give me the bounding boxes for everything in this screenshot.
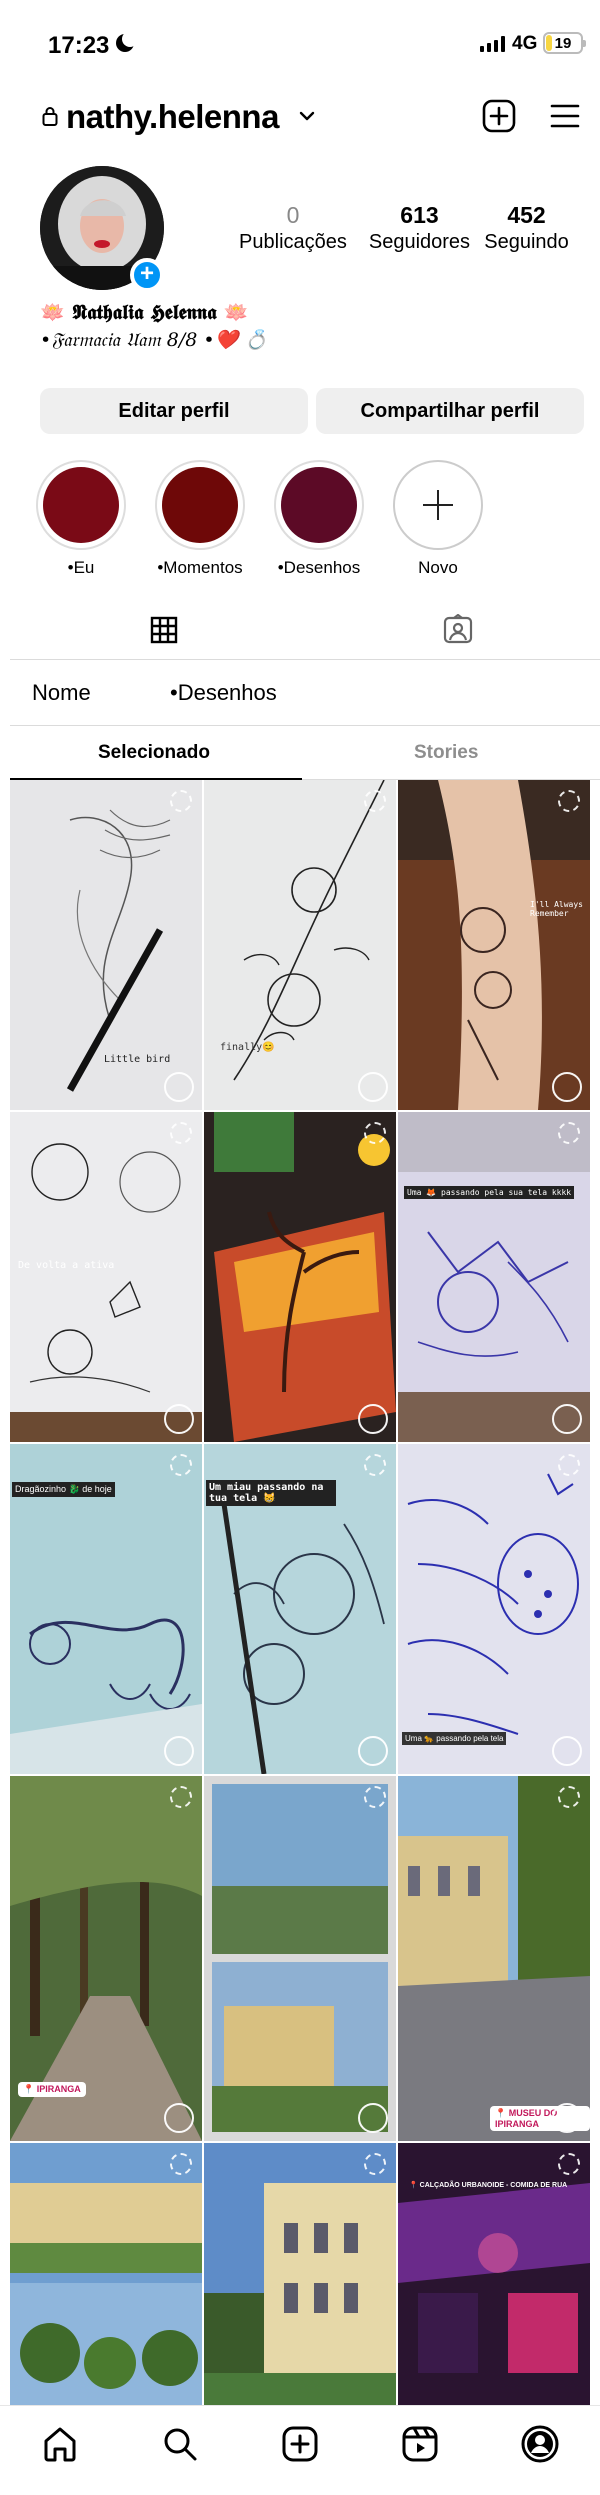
create-icon[interactable] [280, 2424, 320, 2464]
moon-icon [116, 31, 138, 52]
bottom-navigation [0, 2405, 600, 2495]
post-tile[interactable]: Um miau passando na tua tela 😸 [204, 1444, 396, 1774]
profile-stats: 0 Publicações 613 Seguidores 452 Seguind… [220, 202, 580, 254]
add-story-button[interactable]: + [130, 258, 164, 292]
stat-posts[interactable]: 0 Publicações [220, 202, 366, 254]
post-tile[interactable]: 📍 IPIRANGA [10, 1776, 202, 2141]
select-circle[interactable] [358, 1404, 388, 1434]
collection-filter: Nome •Desenhos [10, 660, 600, 726]
post-caption: Um miau passando na tua tela 😸 [206, 1480, 336, 1506]
highlight-new[interactable]: Novo [393, 460, 483, 578]
story-highlights: •Eu •Momentos •Desenhos Novo [36, 460, 576, 578]
search-icon[interactable] [160, 2424, 200, 2464]
edit-profile-button[interactable]: Editar perfil [40, 388, 308, 434]
post-caption: Uma 🐆 passando pela tela [402, 1732, 507, 1745]
select-circle[interactable] [164, 1736, 194, 1766]
signal-icon [480, 36, 505, 52]
post-tile[interactable]: finally😊 [204, 780, 396, 1110]
lock-icon [42, 107, 58, 126]
post-caption: Dragãozinho 🐉 de hoje [12, 1482, 115, 1497]
post-tile[interactable] [204, 2143, 396, 2405]
post-caption: Little bird [104, 1054, 171, 1065]
post-tile[interactable]: De volta a ativa [10, 1112, 202, 1442]
highlight-momentos[interactable]: •Momentos [155, 460, 245, 578]
filter-name-label: Nome [32, 680, 91, 705]
share-profile-button[interactable]: Compartilhar perfil [316, 388, 584, 434]
reels-icon[interactable] [400, 2424, 440, 2464]
collection-name[interactable]: •Desenhos [170, 680, 277, 706]
highlight-desenhos[interactable]: •Desenhos [274, 460, 364, 578]
location-tag: 📍 CALÇADÃO URBANOIDE - COMIDA DE RUA [409, 2182, 568, 2189]
post-tile[interactable]: 📍 MUSEU DO IPIRANGA [398, 1776, 590, 2141]
post-tile[interactable] [204, 1776, 396, 2141]
battery-level: 19 [554, 35, 572, 52]
post-tile[interactable]: Uma 🐆 passando pela tela [398, 1444, 590, 1774]
bio-name: 🪷 𝕹𝖆𝖙𝖍𝖆𝖑𝖎𝖆 𝕳𝖊𝖑𝖊𝖓𝖓𝖆 🪷 [40, 300, 249, 324]
post-tile[interactable] [204, 1112, 396, 1442]
network-type: 4G [512, 33, 538, 54]
tagged-icon[interactable] [442, 614, 474, 646]
location-tag: 📍 IPIRANGA [18, 2082, 86, 2097]
post-tile[interactable]: Little bird [10, 780, 202, 1110]
select-circle[interactable] [164, 2103, 194, 2133]
select-circle[interactable] [358, 1072, 388, 1102]
select-circle[interactable] [552, 1072, 582, 1102]
status-bar: 17:23 4G 19 [0, 0, 600, 92]
menu-icon[interactable] [550, 103, 580, 129]
content-tabs [10, 600, 600, 660]
highlight-eu[interactable]: •Eu [36, 460, 126, 578]
select-circle[interactable] [164, 1404, 194, 1434]
profile-header: nathy.helenna [0, 92, 600, 140]
grid-icon[interactable] [150, 616, 178, 644]
select-circle[interactable] [552, 1404, 582, 1434]
select-circle[interactable] [164, 1072, 194, 1102]
battery-icon: 19 [543, 32, 586, 54]
post-tile[interactable] [10, 2143, 202, 2405]
select-circle[interactable] [552, 1736, 582, 1766]
status-time: 17:23 [48, 32, 110, 59]
post-caption: finally😊 [220, 1042, 275, 1053]
tab-stories[interactable]: Stories [414, 742, 478, 764]
post-tile[interactable]: Uma 🦊 passando pela sua tela kkkk [398, 1112, 590, 1442]
profile-icon[interactable] [520, 2424, 560, 2464]
sub-tabs: Selecionado Stories [10, 726, 600, 780]
select-circle[interactable] [358, 1736, 388, 1766]
username-switcher[interactable]: nathy.helenna [66, 98, 279, 136]
post-tile[interactable]: 📍 CALÇADÃO URBANOIDE - COMIDA DE RUA [398, 2143, 590, 2405]
stat-followers[interactable]: 613 Seguidores [366, 202, 473, 254]
create-post-icon[interactable] [482, 99, 516, 133]
chevron-down-icon[interactable] [298, 108, 316, 124]
tab-selecionado[interactable]: Selecionado [98, 742, 210, 764]
bio-text: •𝔉𝔞𝔯𝔪𝔞𝔠𝔦𝔞 𝔘𝔞𝔪 8/8 •❤️ 💍 [40, 329, 268, 351]
post-caption: Uma 🦊 passando pela sua tela kkkk [404, 1186, 575, 1199]
post-tile[interactable]: Dragãozinho 🐉 de hoje [10, 1444, 202, 1774]
post-caption: De volta a ativa [18, 1260, 115, 1271]
post-caption: I'll Always Remember [530, 900, 583, 918]
plus-icon [423, 490, 453, 520]
profile-avatar[interactable]: + [40, 166, 164, 292]
stat-following[interactable]: 452 Seguindo [473, 202, 580, 254]
select-circle[interactable] [358, 2103, 388, 2133]
home-icon[interactable] [40, 2424, 80, 2464]
select-circle[interactable] [552, 2103, 582, 2133]
post-tile[interactable]: I'll Always Remember [398, 780, 590, 1110]
